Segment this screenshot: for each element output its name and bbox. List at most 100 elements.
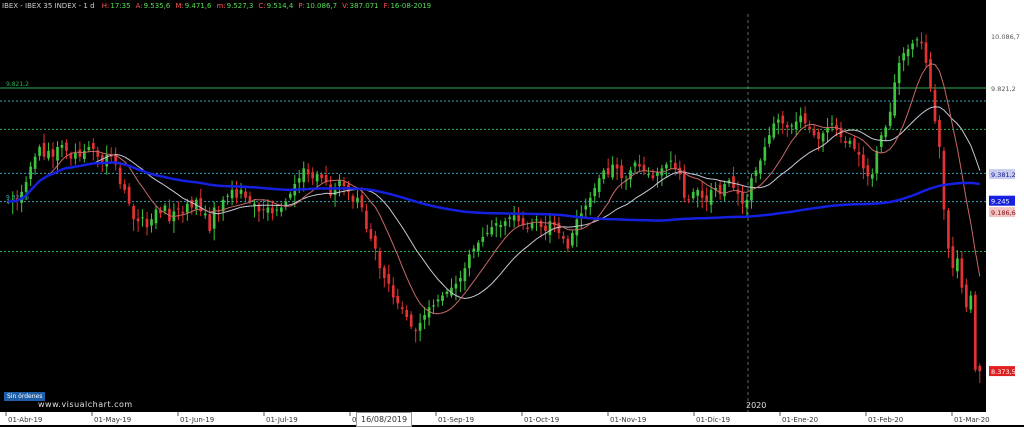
candle-body	[732, 176, 735, 188]
candle-body	[24, 182, 28, 192]
candle-body	[705, 195, 709, 202]
candle-body	[915, 39, 919, 41]
ohlc-value: 9.527,3	[226, 2, 254, 10]
candle-body	[875, 150, 879, 174]
candle-body	[154, 209, 158, 224]
ohlc-value: 9.514,4	[266, 2, 294, 10]
candle-body	[91, 143, 95, 149]
candle-body	[597, 178, 601, 192]
x-tick-label: 01-Ene-20	[782, 416, 818, 424]
candle-body	[633, 162, 637, 167]
candle-body	[463, 268, 467, 282]
candle-body	[866, 165, 870, 177]
candle-body	[127, 186, 131, 204]
ohlc-value: 17:35	[110, 2, 131, 10]
candle-body	[476, 242, 480, 251]
candle-body	[338, 180, 341, 187]
candle-body	[60, 144, 64, 148]
candle-body	[772, 123, 776, 138]
candle-body	[763, 146, 767, 161]
candle-body	[615, 164, 619, 169]
ohlc-field: H:17:35	[102, 2, 131, 10]
candle-body	[374, 235, 377, 249]
x-tick-label: 01-Feb-20	[868, 416, 903, 424]
candle-body	[288, 193, 292, 198]
candle-body	[360, 195, 364, 208]
candle-body	[687, 199, 691, 201]
candle-body	[351, 195, 355, 202]
x-tick-label: 01-Mar-20	[954, 416, 990, 424]
watermark: www.visualchart.com	[38, 400, 133, 409]
x-tick-label: 01-May-19	[94, 416, 131, 424]
candle-body	[911, 43, 914, 50]
ohlc-field: P:10.086,7	[298, 2, 337, 10]
candle-body	[669, 160, 673, 162]
price-chart[interactable]: 9.821,29.325,6 10.086,79.821,29.381,29.1…	[0, 0, 1024, 425]
price-tag-text: 9.381,2	[991, 171, 1016, 179]
x-tick-label: 01-Jun-19	[180, 416, 214, 424]
candle-body	[132, 205, 135, 220]
candle-body	[51, 149, 55, 157]
candle-body	[781, 115, 785, 124]
candle-body	[745, 199, 749, 208]
ohlc-key: P:	[298, 2, 305, 10]
candle-body	[235, 189, 238, 198]
candle-body	[329, 184, 332, 196]
candle-body	[571, 232, 574, 246]
candle-body	[602, 170, 606, 180]
candle-body	[378, 250, 382, 269]
candle-body	[185, 203, 189, 213]
candle-body	[562, 236, 565, 239]
candle-body	[485, 232, 489, 234]
ohlc-fields: H:17:35 A:9.535,6 M:9.471,6 m:9.527,3 C:9.51…	[102, 2, 436, 10]
candle-body	[423, 315, 426, 320]
candle-body	[226, 195, 229, 197]
candle-body	[468, 254, 471, 269]
candle-body	[369, 229, 373, 239]
candle-body	[794, 121, 798, 130]
ohlc-value: 9.535,6	[143, 2, 171, 10]
candle-body	[593, 187, 597, 197]
candle-body	[673, 162, 677, 169]
candle-body	[956, 258, 959, 272]
candle-body	[163, 205, 167, 212]
candle-body	[947, 210, 950, 249]
candle-body	[870, 174, 874, 179]
candle-body	[566, 238, 570, 249]
candle-body	[651, 175, 655, 179]
candle-body	[490, 227, 494, 235]
candle-body	[539, 220, 543, 228]
candle-body	[606, 168, 610, 175]
candle-body	[821, 133, 825, 142]
candle-body	[709, 189, 713, 205]
candle-body	[526, 227, 529, 230]
candle-body	[400, 307, 404, 310]
x-tick-label: 01-Jul-19	[266, 416, 298, 424]
candle-body	[145, 218, 149, 228]
candle-body	[432, 305, 435, 307]
candle-body	[767, 135, 771, 144]
price-tag-text: 9.245	[991, 198, 1010, 206]
candle-body	[47, 150, 50, 159]
ohlc-key: C:	[258, 2, 266, 10]
candle-body	[857, 152, 861, 155]
candle-body	[141, 217, 144, 219]
candle-body	[969, 295, 973, 310]
candle-body	[311, 171, 315, 179]
candle-body	[691, 191, 695, 199]
x-tick-label: 01-Nov-19	[610, 416, 646, 424]
candle-body	[920, 41, 923, 44]
candle-body	[799, 115, 803, 123]
candle-body	[530, 223, 534, 229]
price-tag-text: 9.186,6	[991, 209, 1016, 217]
candle-body	[978, 365, 982, 372]
candle-body	[584, 205, 588, 210]
candle-body	[87, 146, 91, 151]
candle-body	[960, 258, 964, 288]
candle-body	[454, 283, 458, 289]
candle-body	[535, 219, 538, 221]
candle-body	[391, 285, 395, 298]
candle-body	[230, 189, 234, 199]
candle-body	[441, 295, 444, 301]
candle-body	[508, 217, 512, 219]
